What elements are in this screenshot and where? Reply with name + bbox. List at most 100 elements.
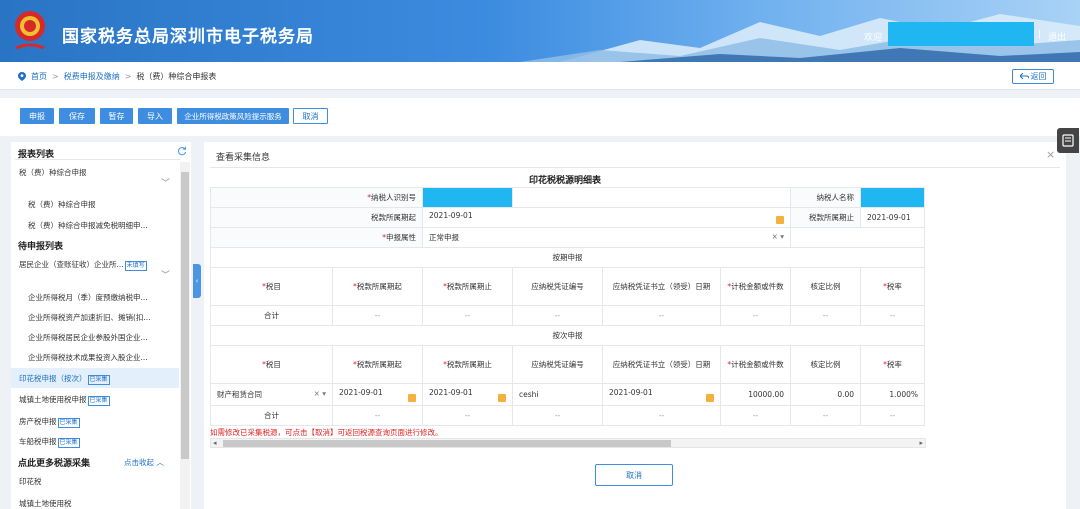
empty-value: -- [860, 305, 926, 326]
close-icon[interactable]: × [1046, 148, 1055, 161]
row-start-date[interactable]: 2021-09-01 [332, 383, 423, 406]
edit-hint: 如需修改已采集税源，可点击【取消】可返回税源查询页面进行修改。 [210, 428, 443, 437]
cancel-button[interactable]: 取消 [595, 464, 673, 486]
pending-list-title: 待申报列表 [18, 242, 64, 252]
back-button-label: 返回 [1030, 72, 1047, 81]
column-header: *计税金额或件数 [719, 345, 792, 384]
empty-value: -- [790, 305, 862, 326]
clear-dropdown-icon[interactable]: × ▾ [772, 232, 784, 241]
chevron-down-icon[interactable]: ﹀ [161, 268, 170, 281]
collected-item-label: 车船税申报 [19, 437, 57, 446]
notebook-icon[interactable] [1057, 128, 1079, 153]
tax-item-select[interactable]: 财产租赁合同 × ▾ [210, 383, 333, 406]
collected-item-selected[interactable]: 印花税申报（按次） 已采集 [19, 373, 187, 385]
row-end-date[interactable]: 2021-09-01 [422, 383, 513, 406]
breadcrumb-tax-declaration[interactable]: 税费申报及缴纳 [64, 71, 120, 82]
horizontal-scrollbar[interactable]: ◂ ▸ [210, 438, 926, 448]
status-badge: 已采集 [57, 418, 80, 428]
save-button[interactable]: 保存 [59, 108, 95, 124]
report-item[interactable]: 税（费）种综合申报 [28, 199, 176, 210]
cancel-button[interactable]: 取消 [293, 108, 328, 124]
collected-item[interactable]: 车船税申报 已采集 [19, 436, 187, 448]
welcome-text: 欢迎 [864, 33, 883, 43]
declare-attr-label: *申报属性 [210, 227, 423, 248]
pending-item[interactable]: 企业所得税技术成果投资入股企业... [28, 352, 176, 363]
scroll-thumb[interactable] [223, 440, 671, 447]
temp-save-button[interactable]: 暂存 [100, 108, 133, 124]
pending-item[interactable]: 企业所得税月（季）度预缴纳税申... [28, 292, 176, 303]
breadcrumb-home[interactable]: 首页 [31, 71, 47, 82]
calendar-icon[interactable] [498, 393, 506, 402]
column-header: *税率 [860, 345, 926, 384]
taxpayer-id-redacted [422, 187, 513, 208]
per-time-section-header: 按次申报 [209, 325, 926, 346]
column-header: 核定比例 [790, 345, 862, 384]
table-header-row: *税目 *税款所属期起 *税款所属期止 应纳税凭证编号 应纳税凭证书立（领受）日… [210, 267, 926, 306]
logout-link[interactable]: 退出 [1048, 30, 1066, 43]
username-redacted [888, 22, 1034, 46]
period-start-label: 税款所属期起 [210, 207, 423, 228]
calendar-icon[interactable] [706, 393, 714, 402]
sidebar-scrollbar[interactable] [180, 162, 190, 509]
declare-button[interactable]: 申报 [20, 108, 54, 124]
table-row: *申报属性 正常申报 × ▾ [210, 227, 926, 248]
table-row: *纳税人识别号 纳税人名称 [210, 187, 926, 208]
total-label: 合计 [210, 305, 333, 326]
taxpayer-name-label: 纳税人名称 [790, 187, 862, 208]
column-header: 应纳税凭证编号 [512, 345, 603, 384]
row-voucher-no[interactable]: ceshi [512, 383, 603, 406]
book-icon [1062, 134, 1074, 147]
scroll-thumb[interactable] [181, 172, 189, 459]
row-amount[interactable]: 10000.00 [719, 383, 792, 406]
collapse-toggle[interactable]: 点击收起 ︿ [124, 457, 164, 468]
empty-value: -- [422, 305, 513, 326]
breadcrumb-current: 税（费）种综合申报表 [136, 72, 217, 81]
collected-item[interactable]: 城镇土地使用税申报 已采集 [19, 394, 187, 406]
refresh-icon[interactable] [177, 146, 187, 156]
risk-hint-service-button[interactable]: 企业所得税政策风险提示服务 [177, 108, 289, 124]
scroll-right-icon[interactable]: ▸ [919, 439, 923, 447]
periodic-section-header: 按期申报 [209, 247, 926, 268]
chevron-left-icon: ‹ [195, 277, 199, 285]
divider [210, 167, 1060, 168]
table-row: 按次申报 [209, 325, 926, 346]
chevron-down-icon[interactable]: ﹀ [161, 176, 170, 189]
declare-attr-select[interactable]: 正常申报 × ▾ [421, 227, 792, 248]
row-voucher-date[interactable]: 2021-09-01 [602, 383, 721, 406]
calendar-icon[interactable] [776, 216, 785, 224]
empty-value: -- [332, 305, 423, 326]
import-button[interactable]: 导入 [138, 108, 172, 124]
column-header: *税款所属期起 [332, 345, 423, 384]
empty-value: -- [512, 405, 603, 426]
empty-value: -- [719, 305, 792, 326]
chevron-right-icon: > [124, 72, 132, 81]
pending-item[interactable]: 企业所得税居民企业参股外国企业... [28, 332, 176, 343]
report-item[interactable]: 税（费）种综合申报减免税明细申... [28, 220, 176, 231]
more-source-item[interactable]: 印花税 [19, 476, 187, 487]
collected-item[interactable]: 房产税申报 已采集 [19, 416, 187, 428]
action-toolbar: 申报 保存 暂存 导入 企业所得税政策风险提示服务 取消 [0, 98, 1080, 136]
column-header: *税目 [210, 345, 333, 384]
more-source-item[interactable]: 城镇土地使用税 [19, 498, 187, 509]
scroll-left-icon[interactable]: ◂ [213, 439, 217, 447]
column-header: *税目 [210, 267, 333, 306]
back-button[interactable]: 返回 [1012, 69, 1054, 84]
row-ratio[interactable]: 0.00 [790, 383, 862, 406]
location-pin-icon [18, 72, 26, 81]
collapse-sidebar-tab[interactable]: ‹ [193, 264, 201, 298]
calendar-icon[interactable] [408, 393, 416, 402]
clear-dropdown-icon[interactable]: × ▾ [314, 389, 326, 398]
collapse-toggle-label: 点击收起 [124, 458, 154, 467]
column-header: 应纳税凭证书立（领受）日期 [602, 345, 721, 384]
table-row: 合计 -- -- -- -- -- -- -- [210, 305, 926, 326]
collection-panel: 查看采集信息 × 印花税税源明细表 *纳税人识别号 纳税人名称 税款所属期起 2… [204, 142, 1066, 509]
pending-item[interactable]: 企业所得税资产加速折旧、摊销(扣... [28, 312, 176, 323]
header-separator: | [1038, 30, 1042, 40]
empty-cell [511, 187, 792, 208]
column-header: *税款所属期起 [332, 267, 423, 306]
column-header: *税款所属期止 [422, 267, 513, 306]
report-sidebar: 报表列表 税（费）种综合申报 ﹀ 税（费）种综合申报 税（费）种综合申报减免税明… [11, 142, 191, 509]
status-badge: 未填写 [124, 261, 147, 271]
table-header-row: *税目 *税款所属期起 *税款所属期止 应纳税凭证编号 应纳税凭证书立（领受）日… [210, 345, 926, 384]
period-start-field[interactable]: 2021-09-01 [421, 207, 792, 228]
